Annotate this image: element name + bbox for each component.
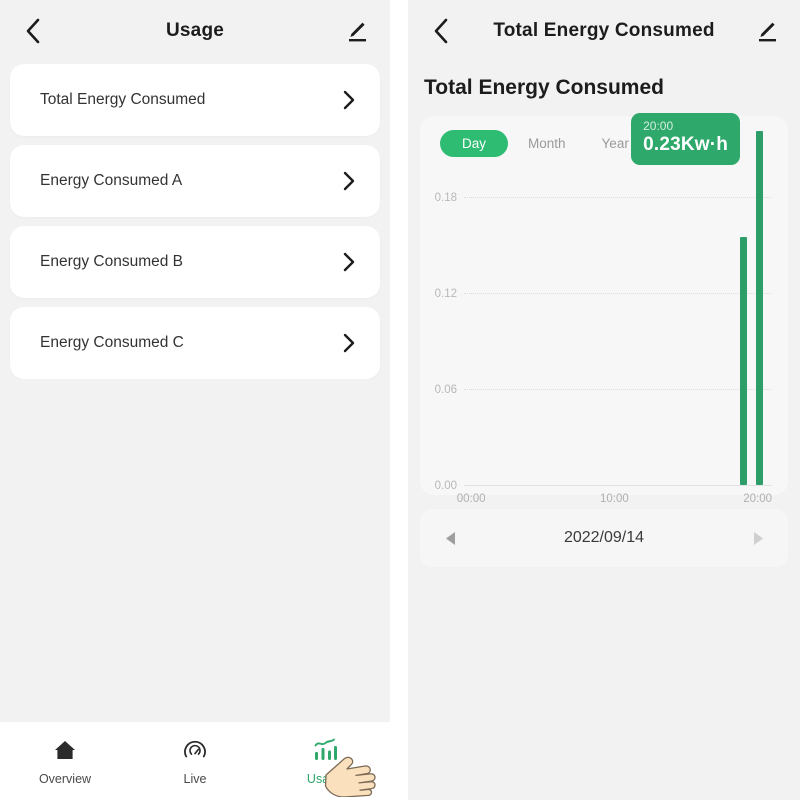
selected-date: 2022/09/14: [563, 529, 645, 546]
section-heading: Total Energy Consumed: [424, 76, 664, 99]
list-item-label: Total Energy Consumed: [40, 91, 206, 108]
y-axis-tick-label: 0.00: [434, 480, 457, 492]
pencil-edit-icon[interactable]: [342, 16, 372, 46]
list-item[interactable]: Energy Consumed C: [10, 307, 380, 379]
tab-live-label: Live: [183, 771, 207, 786]
x-axis-tick-label: 00:00: [456, 493, 486, 505]
home-icon: [52, 737, 78, 763]
page-title: Usage: [165, 20, 225, 41]
y-axis-tick-label: 0.12: [434, 288, 457, 300]
bar-chart-icon: [312, 737, 338, 763]
y-gridline: 0.00: [435, 480, 772, 492]
chevron-right-icon: [340, 171, 358, 191]
chart-bar[interactable]: [755, 131, 763, 485]
y-gridline: 0.06: [435, 384, 772, 396]
triangle-left-icon[interactable]: [442, 530, 458, 546]
pencil-edit-icon[interactable]: [752, 16, 782, 46]
list-item-label: Energy Consumed A: [40, 172, 183, 189]
tab-live[interactable]: Live: [130, 737, 260, 786]
list-item[interactable]: Energy Consumed A: [10, 145, 380, 217]
chart-card: Day Month Year 20:00 0.23Kw·h 0.00 0.06 0.…: [420, 113, 788, 505]
tab-overview-label: Overview: [38, 771, 92, 786]
left-panel-empty-space: [0, 379, 390, 722]
total-energy-detail-screen: Total Energy Consumed Total Energy Consu…: [408, 0, 800, 800]
list-item-label: Energy Consumed B: [40, 253, 184, 270]
tab-usage-label: Usage: [306, 771, 344, 786]
list-item[interactable]: Energy Consumed B: [10, 226, 380, 298]
back-icon[interactable]: [426, 16, 456, 46]
energy-bar-chart[interactable]: 20:00 0.23Kw·h 0.00 0.06 0.12 0.18 00:00 10:0…: [435, 113, 772, 505]
tab-overview[interactable]: Overview: [0, 737, 130, 786]
chart-tooltip: 20:00 0.23Kw·h: [631, 113, 741, 165]
y-gridline: 0.18: [435, 192, 772, 204]
segment-day[interactable]: Day: [440, 130, 509, 157]
list-item-label: Energy Consumed C: [40, 334, 184, 351]
chevron-right-icon: [340, 333, 358, 353]
left-nav-header: Usage: [0, 0, 390, 62]
chevron-right-icon: [340, 252, 358, 272]
y-gridline: 0.12: [435, 288, 772, 300]
page-title: Total Energy Consumed: [493, 20, 715, 41]
x-axis-tick-label: 20:00: [743, 493, 773, 505]
screenshot-root: Usage Total Energy Consumed Energy Consu…: [0, 0, 800, 800]
right-nav-header: Total Energy Consumed: [408, 0, 800, 62]
tooltip-time: 20:00: [643, 119, 674, 133]
gauge-icon: [182, 737, 208, 763]
triangle-right-icon[interactable]: [750, 530, 766, 546]
list-item[interactable]: Total Energy Consumed: [10, 64, 380, 136]
back-icon[interactable]: [18, 16, 48, 46]
usage-list: Total Energy Consumed Energy Consumed A …: [0, 64, 390, 379]
usage-list-screen: Usage Total Energy Consumed Energy Consu…: [0, 0, 390, 800]
tooltip-value: 0.23Kw·h: [643, 134, 729, 155]
chevron-right-icon: [340, 90, 358, 110]
segment-month[interactable]: Month: [512, 130, 582, 157]
x-axis-tick-label: 10:00: [600, 493, 629, 505]
y-axis-tick-label: 0.18: [434, 192, 457, 204]
panel-divider: [390, 0, 408, 800]
date-navigator: 2022/09/14: [420, 509, 788, 567]
bottom-tab-bar: Overview Live Usage: [0, 722, 390, 800]
tab-usage[interactable]: Usage: [260, 737, 390, 786]
y-axis-tick-label: 0.06: [434, 384, 457, 396]
chart-bar[interactable]: [739, 237, 747, 485]
